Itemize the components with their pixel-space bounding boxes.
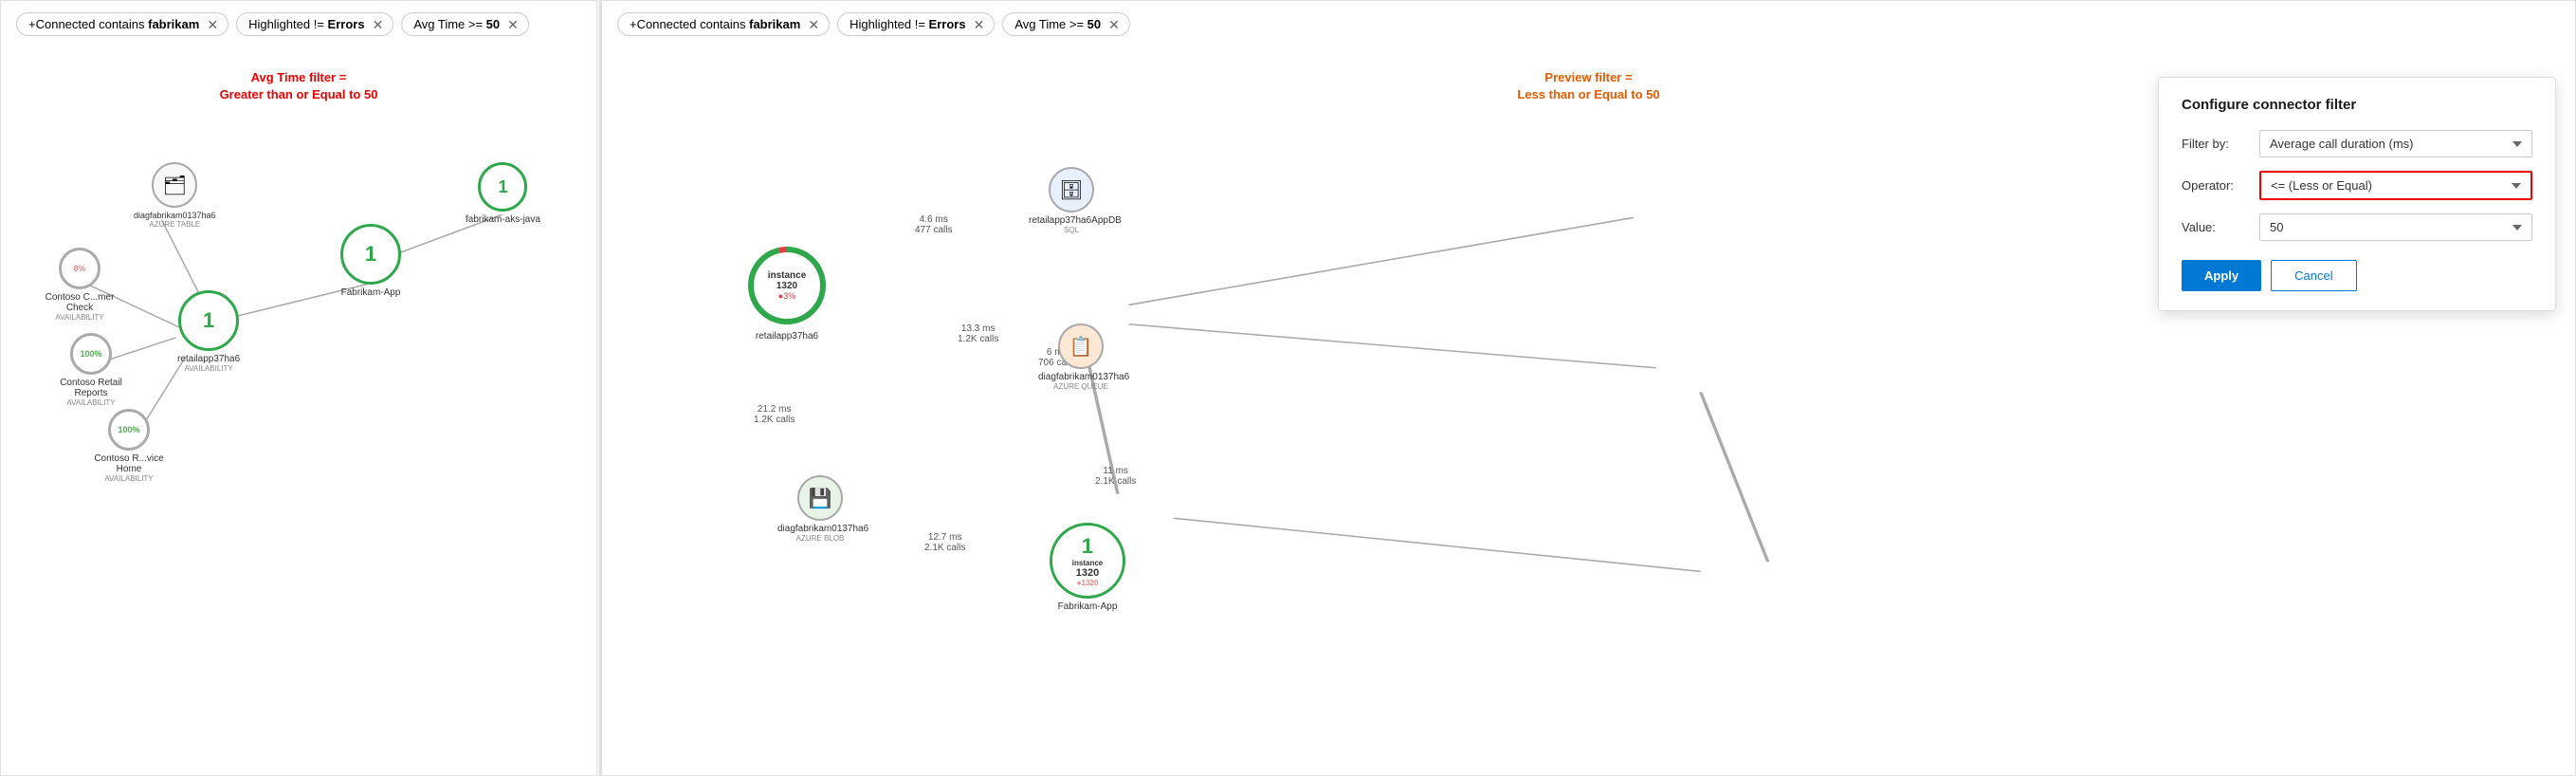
right-tag-errors[interactable]: Highlighted != Errors ✕ (837, 12, 995, 36)
right-filter-bar: +Connected contains fabrikam ✕ Highlight… (602, 1, 2575, 47)
left-graph: 🗂 diagfabrikam0137ha6 AZURE TABLE 8% Con… (1, 67, 596, 775)
configure-actions: Apply Cancel (2182, 260, 2532, 291)
edge-label-4: 11 ms2.1K calls (1095, 466, 1136, 487)
tag-prefix: +Connected contains fabrikam (630, 17, 800, 31)
close-icon[interactable]: ✕ (373, 18, 384, 31)
right-panel: +Connected contains fabrikam ✕ Highlight… (601, 0, 2576, 776)
configure-panel: Configure connector filter Filter by: Av… (2158, 77, 2556, 311)
left-filter-bar: +Connected contains fabrikam ✕ Highlight… (1, 1, 596, 47)
value-row: Value: 50 (2182, 213, 2532, 241)
value-label: Value: (2182, 220, 2248, 234)
left-tag-avgtime[interactable]: Avg Time >= 50 ✕ (401, 12, 529, 36)
close-icon[interactable]: ✕ (1108, 18, 1120, 31)
edge-label-6: 12.7 ms2.1K calls (924, 532, 965, 553)
operator-row: Operator: <= (Less or Equal) (2182, 171, 2532, 200)
filter-by-label: Filter by: (2182, 137, 2248, 151)
filter-by-row: Filter by: Average call duration (ms) (2182, 130, 2532, 157)
tag-prefix: Avg Time >= 50 (1014, 17, 1101, 31)
configure-title: Configure connector filter (2182, 97, 2532, 113)
node-contoso-retail[interactable]: 100% Contoso Retail Reports AVAILABILITY (48, 333, 134, 407)
operator-label: Operator: (2182, 178, 2248, 193)
node-fabrikam-app-left[interactable]: 1 Fabrikam-App (340, 224, 401, 298)
node-diagfabrikam-table[interactable]: 🗂 diagfabrikam0137ha6 AZURE TABLE (134, 162, 216, 229)
tag-prefix: +Connected contains fabrikam (28, 17, 199, 31)
apply-button[interactable]: Apply (2182, 260, 2261, 291)
tag-prefix: Avg Time >= 50 (413, 17, 500, 31)
filter-by-select[interactable]: Average call duration (ms) (2259, 130, 2532, 157)
value-select[interactable]: 50 (2259, 213, 2532, 241)
node-contoso-service[interactable]: 100% Contoso R...vice Home AVAILABILITY (86, 409, 172, 483)
left-tag-errors[interactable]: Highlighted != Errors ✕ (236, 12, 393, 36)
edge-label-1: 4.6 ms477 calls (915, 214, 952, 235)
azure-table-icon: 🗂 (152, 162, 197, 208)
instance-label: instance 1320 (766, 270, 809, 291)
close-icon[interactable]: ✕ (507, 18, 519, 31)
node-sql-db[interactable]: 🗄 retailapp37ha6AppDB SQL (1029, 167, 1114, 234)
close-icon[interactable]: ✕ (808, 18, 819, 31)
tag-prefix: Highlighted != Errors (248, 17, 365, 31)
node-instance1320[interactable]: instance 1320 ●3% retailapp37ha6 (744, 243, 830, 342)
cancel-button[interactable]: Cancel (2271, 260, 2356, 291)
tag-prefix: Highlighted != Errors (850, 17, 966, 31)
edge-label-2: 13.3 ms1.2K calls (958, 323, 998, 344)
node-retailapp-left[interactable]: 1 retailapp37ha6 AVAILABILITY (177, 290, 240, 373)
left-panel: +Connected contains fabrikam ✕ Highlight… (0, 0, 597, 776)
close-icon[interactable]: ✕ (974, 18, 985, 31)
left-tag-fabrikam[interactable]: +Connected contains fabrikam ✕ (16, 12, 228, 36)
right-tag-fabrikam[interactable]: +Connected contains fabrikam ✕ (617, 12, 830, 36)
right-tag-avgtime[interactable]: Avg Time >= 50 ✕ (1002, 12, 1130, 36)
node-fabrikam-aks[interactable]: 1 fabrikam-aks-java (466, 162, 540, 225)
node-contoso-customer[interactable]: 8% Contoso C...mer Check AVAILABILITY (37, 248, 122, 322)
node-fabrikam-app-right[interactable]: 1 instance 1320 ●1320 Fabrikam-App (1050, 523, 1125, 612)
instance-pct: ●3% (766, 291, 809, 301)
close-icon[interactable]: ✕ (207, 18, 218, 31)
operator-select[interactable]: <= (Less or Equal) (2259, 171, 2532, 200)
node-azure-blob[interactable]: 💾 diagfabrikam0137ha6 AZURE BLOB (777, 475, 863, 543)
edge-label-3: 21.2 ms1.2K calls (754, 404, 795, 425)
node-azure-queue[interactable]: 📋 diagfabrikam0137ha6 AZURE QUEUE (1038, 323, 1124, 391)
